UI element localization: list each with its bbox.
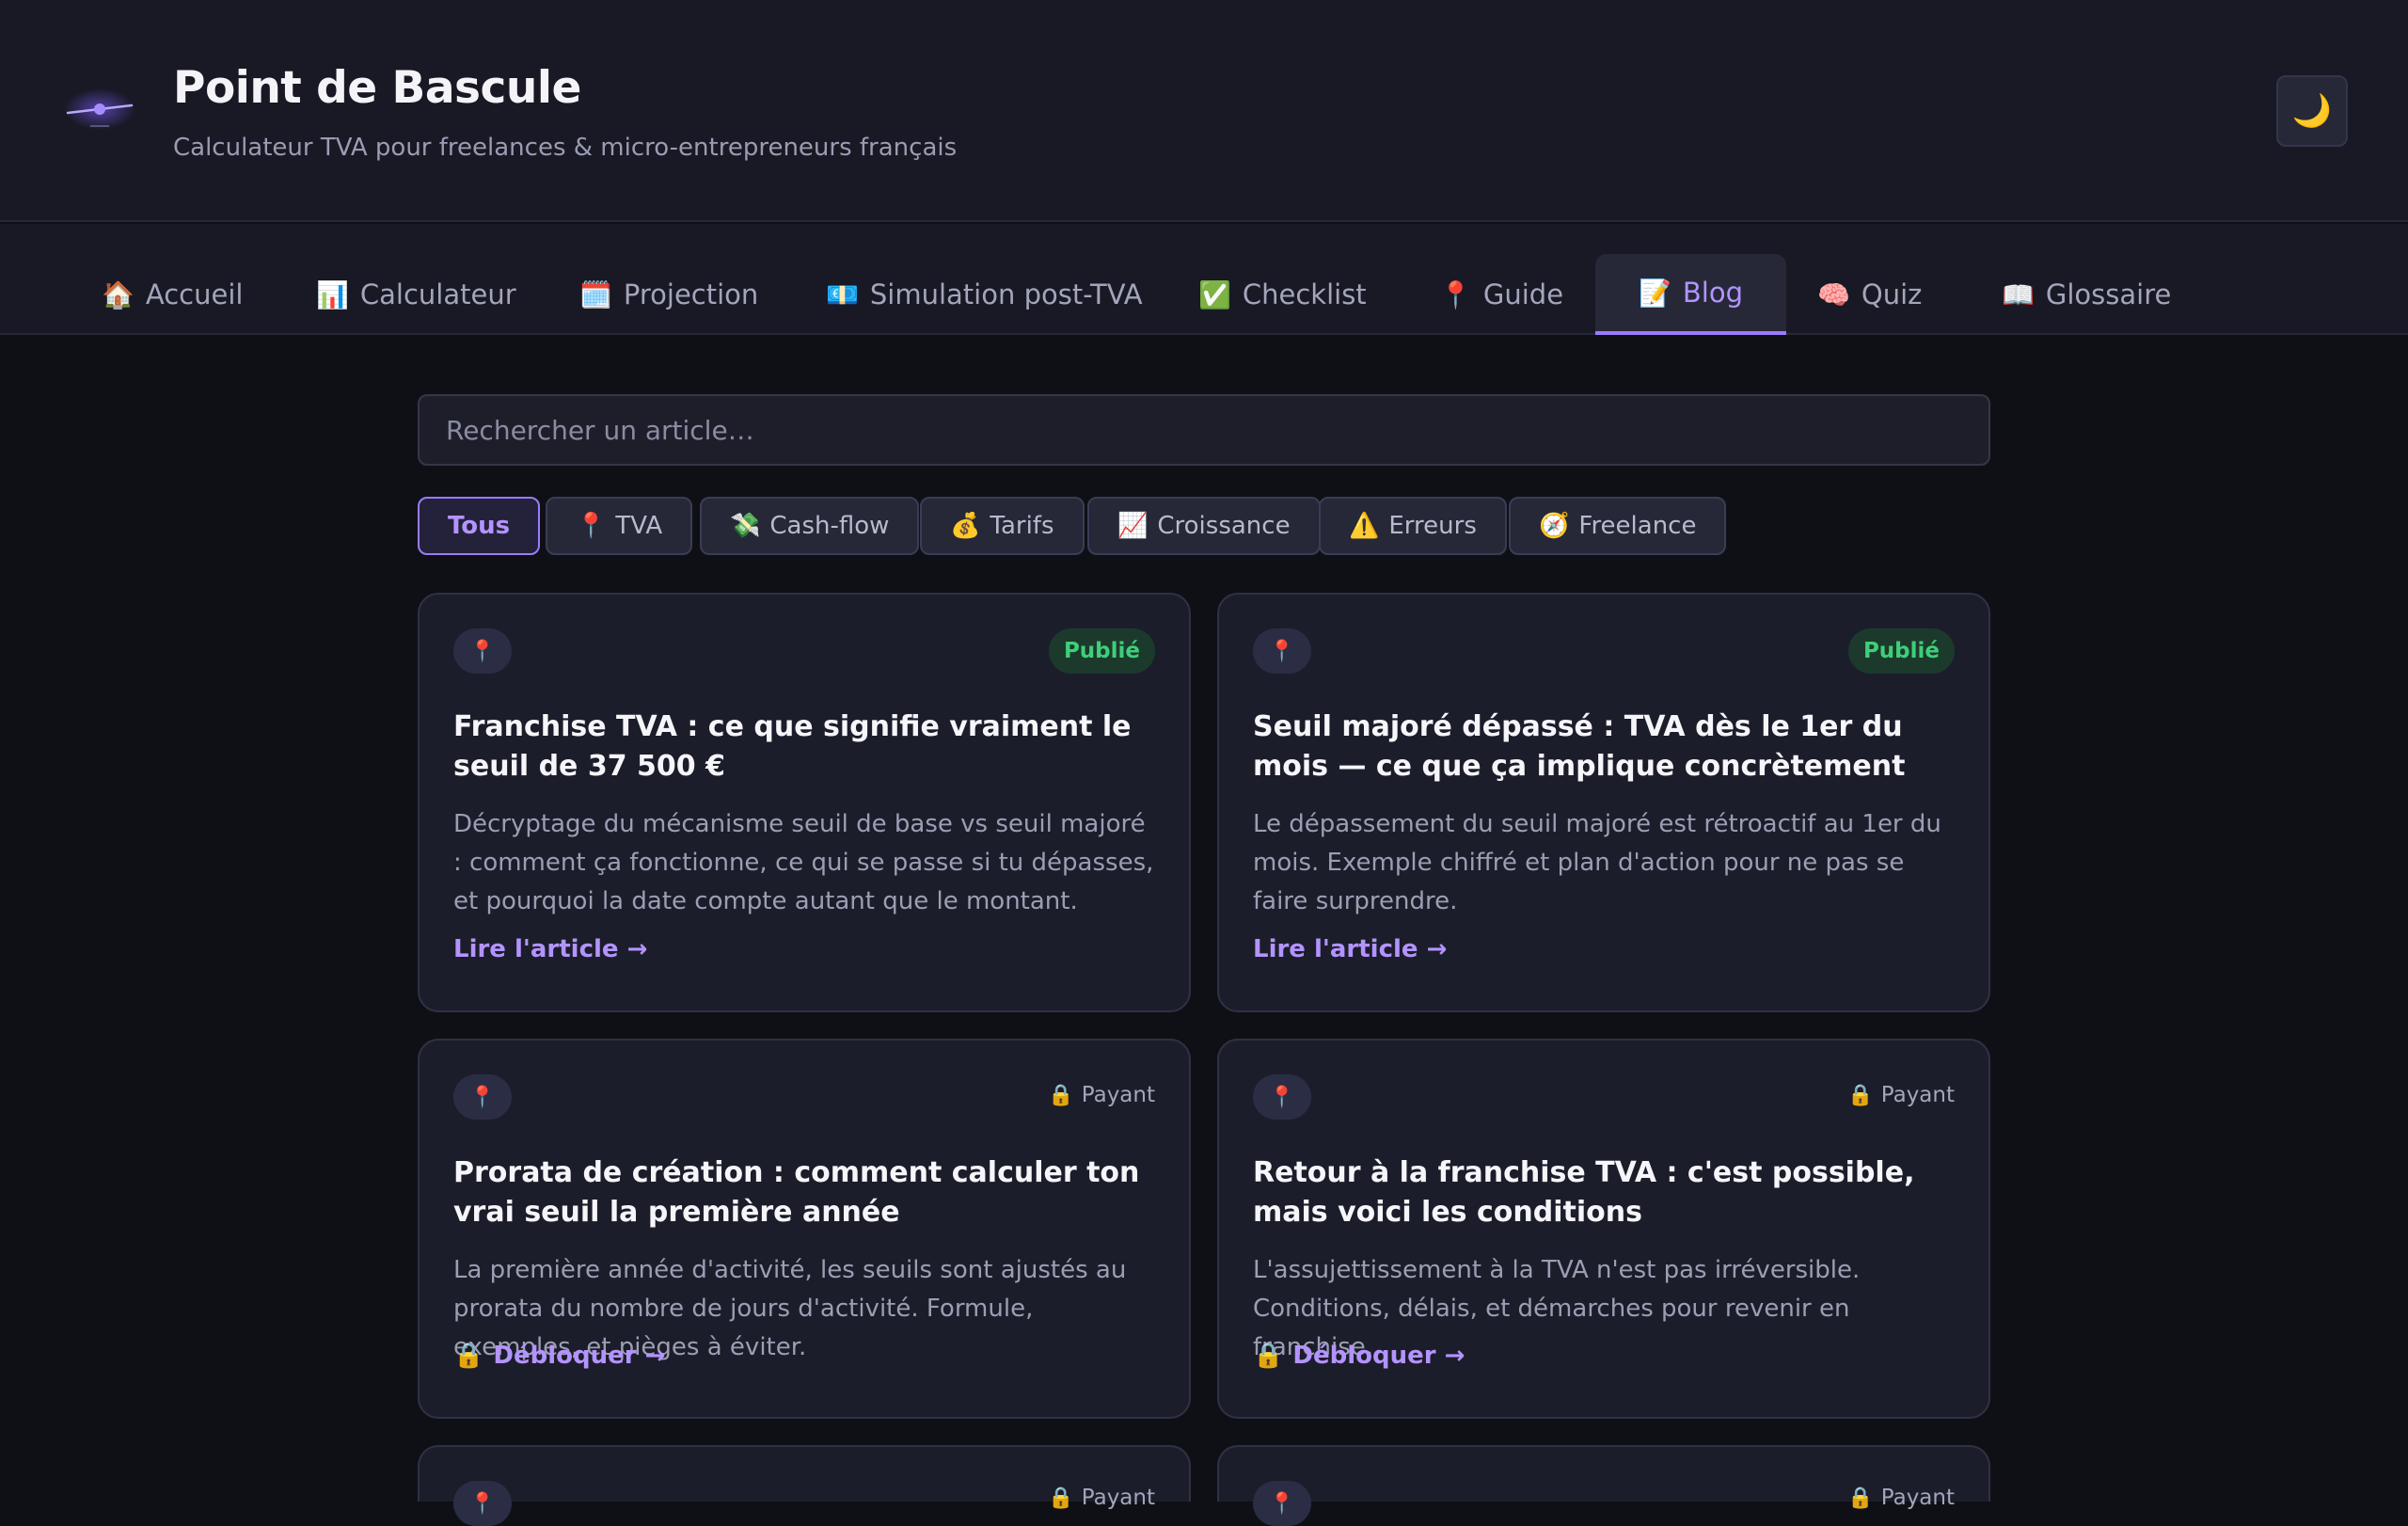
status-badge: Publié [1847,628,1955,674]
filter-chip-tous[interactable]: Tous [418,497,541,555]
filter-chip-tva[interactable]: 📍 TVA [546,497,693,555]
tab-accueil[interactable]: 🏠 Accueil [58,254,286,335]
chip-label: Freelance [1578,512,1697,540]
article-title: Seuil majoré dépassé : TVA dès le 1er du… [1253,710,1906,783]
status-label: Payant [1081,1083,1155,1107]
check-icon: ✅ [1198,278,1231,310]
filter-chip-freelance[interactable]: 🧭 Freelance [1509,497,1727,555]
brain-icon: 🧠 [1817,278,1850,310]
tab-calculateur[interactable]: 📊 Calculateur [273,254,560,335]
status-label: Payant [1880,1083,1955,1107]
tab-label: Blog [1682,277,1743,309]
pin-icon: 📍 [576,512,607,540]
blog-main: Tous 📍 TVA 💸 Cash-flow 💰 Tarifs 📈 Croiss… [0,335,2408,1526]
tab-label: Calculateur [359,278,516,310]
filter-chip-cash-flow[interactable]: 💸 Cash-flow [700,497,920,555]
lock-icon: 🔒 [1847,1486,1874,1510]
tab-quiz[interactable]: 🧠 Quiz [1774,254,1965,335]
main-nav: 🏠 Accueil 📊 Calculateur 🗓️ Projection 💶 … [0,224,2408,335]
calendar-icon: 🗓️ [579,278,612,310]
tab-guide[interactable]: 📍 Guide [1396,254,1607,335]
compass-icon: 🧭 [1539,512,1570,540]
article-title: Franchise TVA : ce que signifie vraiment… [453,710,1132,783]
link-label: Débloquer → [1292,1342,1465,1370]
filter-chip-erreurs[interactable]: ⚠️ Erreurs [1319,497,1507,555]
search-input[interactable] [418,394,1990,466]
tab-label: Checklist [1242,278,1367,310]
pin-icon: 📍 [1253,1481,1311,1526]
bar-chart-icon: 📊 [316,278,349,310]
pin-icon: 📍 [453,1481,512,1526]
moon-icon: 🌙 [2291,93,2333,129]
tab-label: Guide [1482,278,1564,310]
chip-label: Tarifs [990,512,1054,540]
app-header: Point de Bascule Calculateur TVA pour fr… [0,0,2408,222]
lock-icon: 🔒 [1048,1083,1074,1107]
tab-label: Projection [623,278,759,310]
book-icon: 📖 [2002,278,2035,310]
article-description: Décryptage du mécanisme seuil de base vs… [453,810,1154,915]
article-title: Retour à la franchise TVA : c'est possib… [1253,1156,1915,1229]
paid-badge: 🔒 Payant [1847,1076,1955,1114]
pin-icon: 📍 [1439,278,1472,310]
lock-icon: 🔒 [453,1342,484,1370]
pin-icon: 📍 [1253,1074,1311,1120]
filter-chip-tarifs[interactable]: 💰 Tarifs [920,497,1085,555]
money-bag-icon: 💰 [950,512,981,540]
tab-label: Accueil [145,278,244,310]
tab-checklist[interactable]: ✅ Checklist [1155,254,1410,335]
unlock-link[interactable]: 🔒 Débloquer → [453,1342,665,1370]
paid-badge: 🔒 Payant [1847,1479,1955,1517]
euro-banknote-icon: 💶 [826,278,859,310]
tab-label: Glossaire [2045,278,2172,310]
link-label: Débloquer → [493,1342,666,1370]
status-badge: Publié [1048,628,1155,674]
tab-label: Quiz [1861,278,1923,310]
chip-label: Erreurs [1388,512,1477,540]
lock-icon: 🔒 [1048,1486,1074,1510]
paid-badge: 🔒 Payant [1048,1479,1155,1517]
warning-icon: ⚠️ [1349,512,1380,540]
lock-icon: 🔒 [1847,1083,1874,1107]
house-icon: 🏠 [102,278,135,310]
lock-icon: 🔒 [1253,1342,1284,1370]
status-label: Payant [1081,1486,1155,1510]
chip-label: Croissance [1157,512,1291,540]
theme-toggle-button[interactable]: 🌙 [2276,75,2348,147]
pin-icon: 📍 [453,1074,512,1120]
tab-simulation[interactable]: 💶 Simulation post-TVA [783,254,1186,335]
memo-icon: 📝 [1639,277,1671,309]
article-card[interactable]: 📍 🔒 Payant Prorata de création : comment… [418,1039,1191,1419]
read-article-link[interactable]: Lire l'article → [1253,935,1447,963]
pin-icon: 📍 [453,628,512,674]
unlock-link[interactable]: 🔒 Débloquer → [1253,1342,1465,1370]
link-label: Lire l'article → [453,935,648,963]
app-title: Point de Bascule [173,62,581,114]
article-card[interactable]: 📍 🔒 Payant [418,1445,1191,1526]
app-subtitle: Calculateur TVA pour freelances & micro-… [173,134,958,162]
tab-glossaire[interactable]: 📖 Glossaire [1958,254,2214,335]
chart-up-icon: 📈 [1117,512,1149,540]
article-card[interactable]: 📍 🔒 Payant [1217,1445,1990,1526]
tab-blog[interactable]: 📝 Blog [1595,254,1786,335]
balance-logo-icon [64,88,135,130]
status-label: Payant [1880,1486,1955,1510]
article-card[interactable]: 📍 Publié Franchise TVA : ce que signifie… [418,593,1191,1012]
link-label: Lire l'article → [1253,935,1448,963]
chip-label: Cash-flow [769,512,890,540]
tab-label: Simulation post-TVA [869,278,1143,310]
pin-icon: 📍 [1253,628,1311,674]
read-article-link[interactable]: Lire l'article → [453,935,647,963]
tab-projection[interactable]: 🗓️ Projection [536,254,801,335]
money-wings-icon: 💸 [730,512,761,540]
chip-label: TVA [615,512,663,540]
article-card[interactable]: 📍 Publié Seuil majoré dépassé : TVA dès … [1217,593,1990,1012]
chip-label: Tous [448,512,511,540]
article-description: Le dépassement du seuil majoré est rétro… [1253,810,1941,915]
article-title: Prorata de création : comment calculer t… [453,1156,1140,1229]
article-card[interactable]: 📍 🔒 Payant Retour à la franchise TVA : c… [1217,1039,1990,1419]
paid-badge: 🔒 Payant [1048,1076,1155,1114]
filter-chip-croissance[interactable]: 📈 Croissance [1087,497,1321,555]
